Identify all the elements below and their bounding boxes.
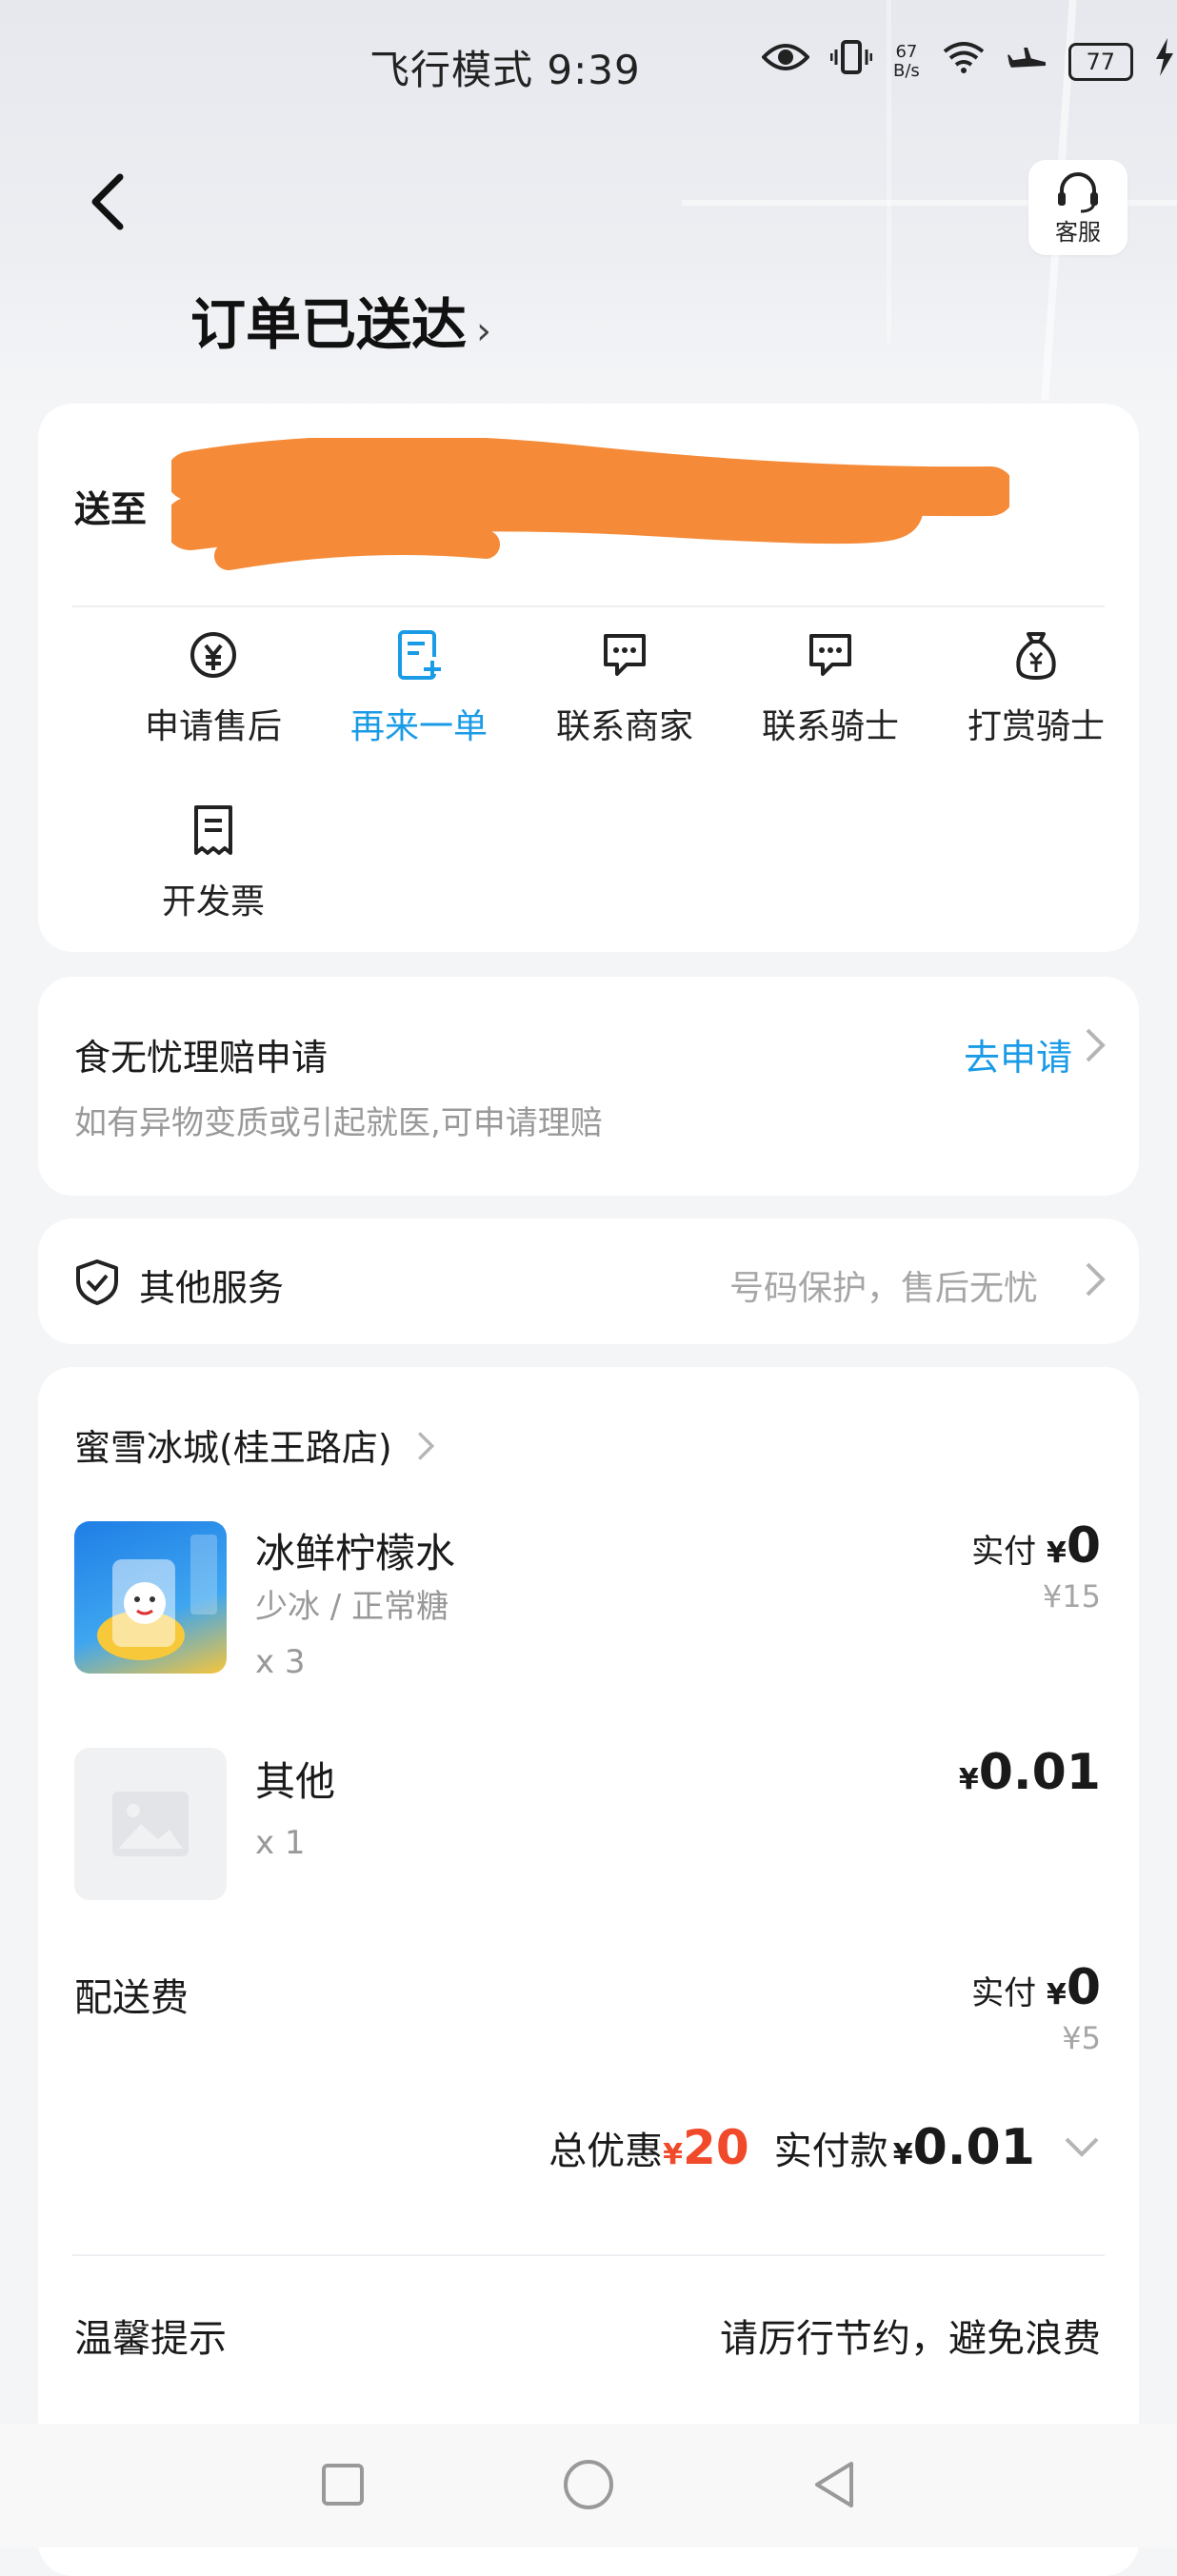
image-placeholder-icon: [112, 1792, 189, 1856]
airplane-icon: [1007, 38, 1047, 86]
item-original-price: ¥15: [1042, 1578, 1101, 1615]
wifi-icon: [941, 40, 987, 84]
home-button[interactable]: [560, 2456, 617, 2513]
chat-bubble-icon: [809, 634, 851, 676]
deliver-to-label: 送至: [74, 488, 148, 530]
chevron-right-icon: [1084, 1026, 1107, 1074]
product-image-placeholder: [74, 1748, 227, 1900]
reorder-button[interactable]: 再来一单: [324, 628, 514, 748]
tip-label: 温馨提示: [74, 2317, 227, 2361]
apply-claim-link[interactable]: 去申请: [964, 1028, 1072, 1080]
status-bar: 飞行模式 9:39 67 B/s 77: [0, 32, 1177, 99]
item-name: 其他: [255, 1758, 336, 1805]
divider: [72, 2254, 1105, 2256]
money-bag-icon: [1016, 632, 1056, 681]
other-services-title: 其他服务: [139, 1267, 285, 1309]
back-button[interactable]: [86, 171, 143, 238]
product-image[interactable]: [74, 1521, 227, 1674]
chevron-right-icon: [1084, 1260, 1107, 1308]
customer-service-button[interactable]: 客服: [1028, 160, 1127, 255]
item-quantity: x 3: [255, 1643, 306, 1681]
tip-text: 请厉行节约，避免浪费: [720, 2317, 1101, 2361]
tip-rider-button[interactable]: 打赏骑士: [941, 628, 1131, 748]
item-quantity: x 1: [255, 1824, 306, 1862]
order-status-title[interactable]: 订单已送达 ›: [190, 280, 491, 360]
status-mode-time: 飞行模式 9:39: [369, 47, 641, 93]
delivery-card: 送至 申请售后 再来一单 联系商家 联系骑士 打赏骑士 开发票: [38, 404, 1139, 952]
divider: [72, 605, 1105, 607]
charging-bolt-icon: [1154, 38, 1175, 86]
item-paid-price: ¥0.01: [958, 1744, 1101, 1801]
headset-icon: [1058, 172, 1098, 213]
item-name: 冰鲜柠檬水: [255, 1530, 456, 1576]
other-services-card[interactable]: 其他服务 号码保护，售后无忧: [38, 1219, 1139, 1344]
system-navigation-bar: [0, 2424, 1177, 2547]
total-paid: 0.01: [912, 2119, 1035, 2176]
contact-merchant-button[interactable]: 联系商家: [529, 628, 720, 748]
customer-service-label: 客服: [1055, 219, 1101, 246]
claim-title: 食无忧理赔申请: [74, 1037, 329, 1079]
chat-bubble-icon: [604, 634, 646, 676]
chevron-down-icon: [1065, 2137, 1099, 2157]
invoice-button[interactable]: 开发票: [118, 803, 309, 923]
recent-apps-button[interactable]: [314, 2456, 371, 2513]
network-speed: 67 B/s: [893, 42, 920, 81]
after-sales-button[interactable]: 申请售后: [118, 628, 309, 748]
total-discount: 20: [683, 2120, 749, 2175]
item-paid-price: 实付 ¥0: [971, 1517, 1101, 1575]
claim-description: 如有异物变质或引起就医,可申请理赔: [74, 1104, 603, 1142]
vibrate-icon: [829, 38, 873, 86]
receipt-icon: [194, 805, 232, 855]
yuan-refresh-icon: [190, 632, 236, 678]
order-detail-card: 蜜雪冰城(桂王路店) 冰鲜柠檬水 少冰 / 正常糖 x 3 实付 ¥0 ¥15 …: [38, 1367, 1139, 2576]
order-totals[interactable]: 总优惠¥20 实付款 ¥0.01: [549, 2119, 1101, 2176]
eye-icon: [761, 40, 810, 84]
reorder-doc-icon: [398, 630, 441, 680]
delivery-fee-paid: 实付 ¥0: [971, 1959, 1101, 2016]
other-services-description: 号码保护，售后无忧: [728, 1269, 1038, 1308]
chevron-left-icon: [91, 173, 124, 230]
shop-name[interactable]: 蜜雪冰城(桂王路店): [74, 1418, 436, 1471]
redacted-address-scribble: [171, 438, 1009, 570]
back-nav-button[interactable]: [806, 2456, 863, 2513]
chevron-right-icon: [417, 1432, 434, 1460]
contact-rider-button[interactable]: 联系骑士: [735, 628, 926, 748]
delivery-fee-original: ¥5: [1062, 2020, 1101, 2056]
food-claim-card[interactable]: 食无忧理赔申请 去申请 如有异物变质或引起就医,可申请理赔: [38, 977, 1139, 1196]
chevron-right-icon: ›: [476, 309, 492, 353]
battery-indicator: 77: [1067, 43, 1133, 81]
delivery-fee-label: 配送费: [74, 1976, 189, 2020]
item-spec: 少冰 / 正常糖: [255, 1588, 449, 1626]
shield-check-icon: [76, 1259, 118, 1305]
